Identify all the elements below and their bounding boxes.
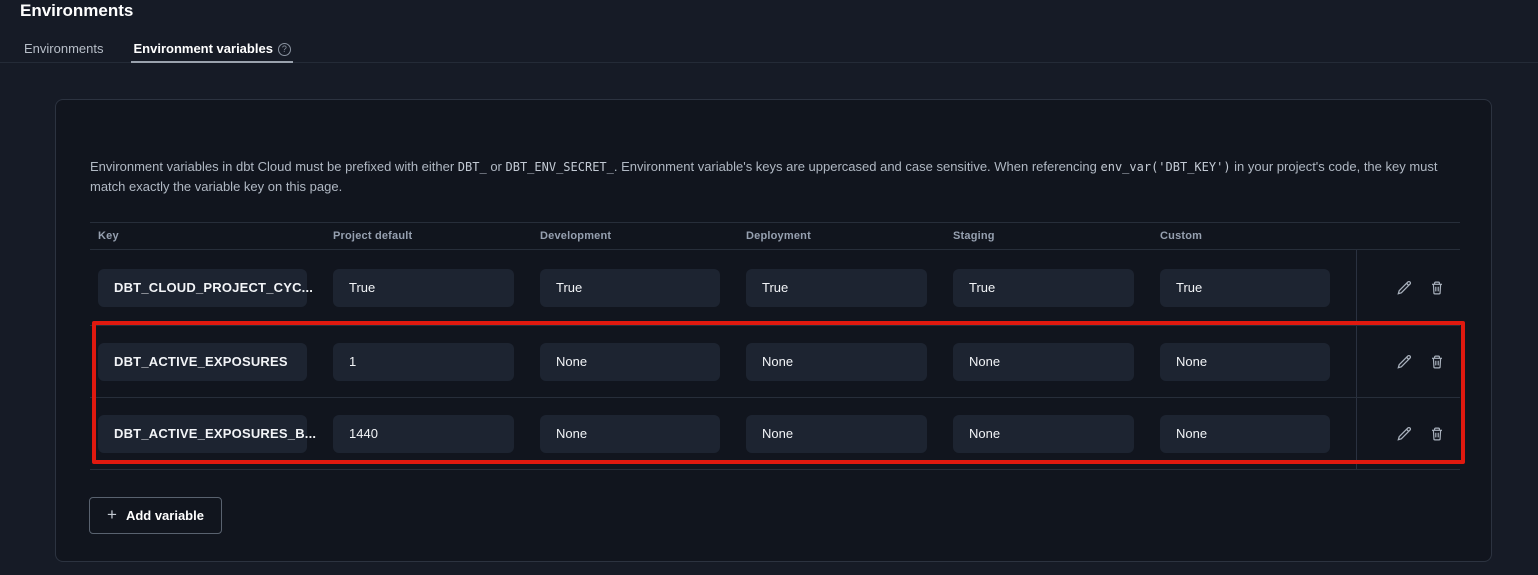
column-header-key: Key <box>90 223 333 249</box>
column-header-actions <box>1356 223 1460 249</box>
tab-environment-variables[interactable]: Environment variables? <box>131 39 292 62</box>
column-header-staging: Staging <box>953 223 1160 249</box>
variable-value-project-default: 1 <box>333 343 514 381</box>
table-header-row: Key Project default Development Deployme… <box>90 222 1460 250</box>
description-text: or <box>487 159 506 174</box>
row-actions <box>1356 250 1460 325</box>
description-text: Environment variables in dbt Cloud must … <box>90 159 458 174</box>
variable-value-deployment: True <box>746 269 927 307</box>
tab-environments[interactable]: Environments <box>22 39 105 62</box>
add-variable-label: Add variable <box>126 508 204 523</box>
edit-icon[interactable] <box>1394 352 1414 372</box>
variable-value-staging: None <box>953 343 1134 381</box>
column-header-deployment: Deployment <box>746 223 953 249</box>
variable-value-staging: None <box>953 415 1134 453</box>
plus-icon: + <box>107 505 117 525</box>
edit-icon[interactable] <box>1394 424 1414 444</box>
delete-icon[interactable] <box>1427 424 1447 444</box>
variable-value-custom: None <box>1160 343 1330 381</box>
variable-value-development: None <box>540 415 720 453</box>
variable-key: DBT_CLOUD_PROJECT_CYC... <box>98 269 307 307</box>
row-actions <box>1356 326 1460 397</box>
description-text: . Environment variable's keys are upperc… <box>614 159 1101 174</box>
variable-key: DBT_ACTIVE_EXPOSURES <box>98 343 307 381</box>
code-env-var-reference: env_var('DBT_KEY') <box>1101 160 1231 174</box>
page-title: Environments <box>20 1 133 21</box>
code-dbt-env-secret-prefix: DBT_ENV_SECRET_ <box>506 160 614 174</box>
variable-value-custom: None <box>1160 415 1330 453</box>
variable-value-development: None <box>540 343 720 381</box>
env-var-table: Key Project default Development Deployme… <box>90 222 1460 470</box>
tab-label: Environment variables <box>133 41 272 56</box>
edit-icon[interactable] <box>1394 278 1414 298</box>
column-header-development: Development <box>540 223 746 249</box>
variable-value-staging: True <box>953 269 1134 307</box>
variable-value-development: True <box>540 269 720 307</box>
delete-icon[interactable] <box>1427 352 1447 372</box>
environments-page: Environments Environments Environment va… <box>0 0 1538 575</box>
variable-key: DBT_ACTIVE_EXPOSURES_B... <box>98 415 307 453</box>
variable-value-deployment: None <box>746 415 927 453</box>
delete-icon[interactable] <box>1427 278 1447 298</box>
table-row: DBT_CLOUD_PROJECT_CYC... True True True … <box>90 250 1460 326</box>
row-actions <box>1356 398 1460 469</box>
table-row: DBT_ACTIVE_EXPOSURES_B... 1440 None None… <box>90 398 1460 470</box>
table-row: DBT_ACTIVE_EXPOSURES 1 None None None No… <box>90 326 1460 398</box>
description: Environment variables in dbt Cloud must … <box>90 157 1464 197</box>
variable-value-project-default: True <box>333 269 514 307</box>
add-variable-button[interactable]: + Add variable <box>89 497 222 534</box>
variable-value-deployment: None <box>746 343 927 381</box>
variable-value-custom: True <box>1160 269 1330 307</box>
code-dbt-prefix: DBT_ <box>458 160 487 174</box>
environment-variables-panel: Environment variables in dbt Cloud must … <box>55 99 1492 562</box>
help-icon[interactable]: ? <box>278 43 291 56</box>
variable-value-project-default: 1440 <box>333 415 514 453</box>
column-header-project-default: Project default <box>333 223 540 249</box>
column-header-custom: Custom <box>1160 223 1356 249</box>
tab-bar: Environments Environment variables? <box>0 39 1538 63</box>
